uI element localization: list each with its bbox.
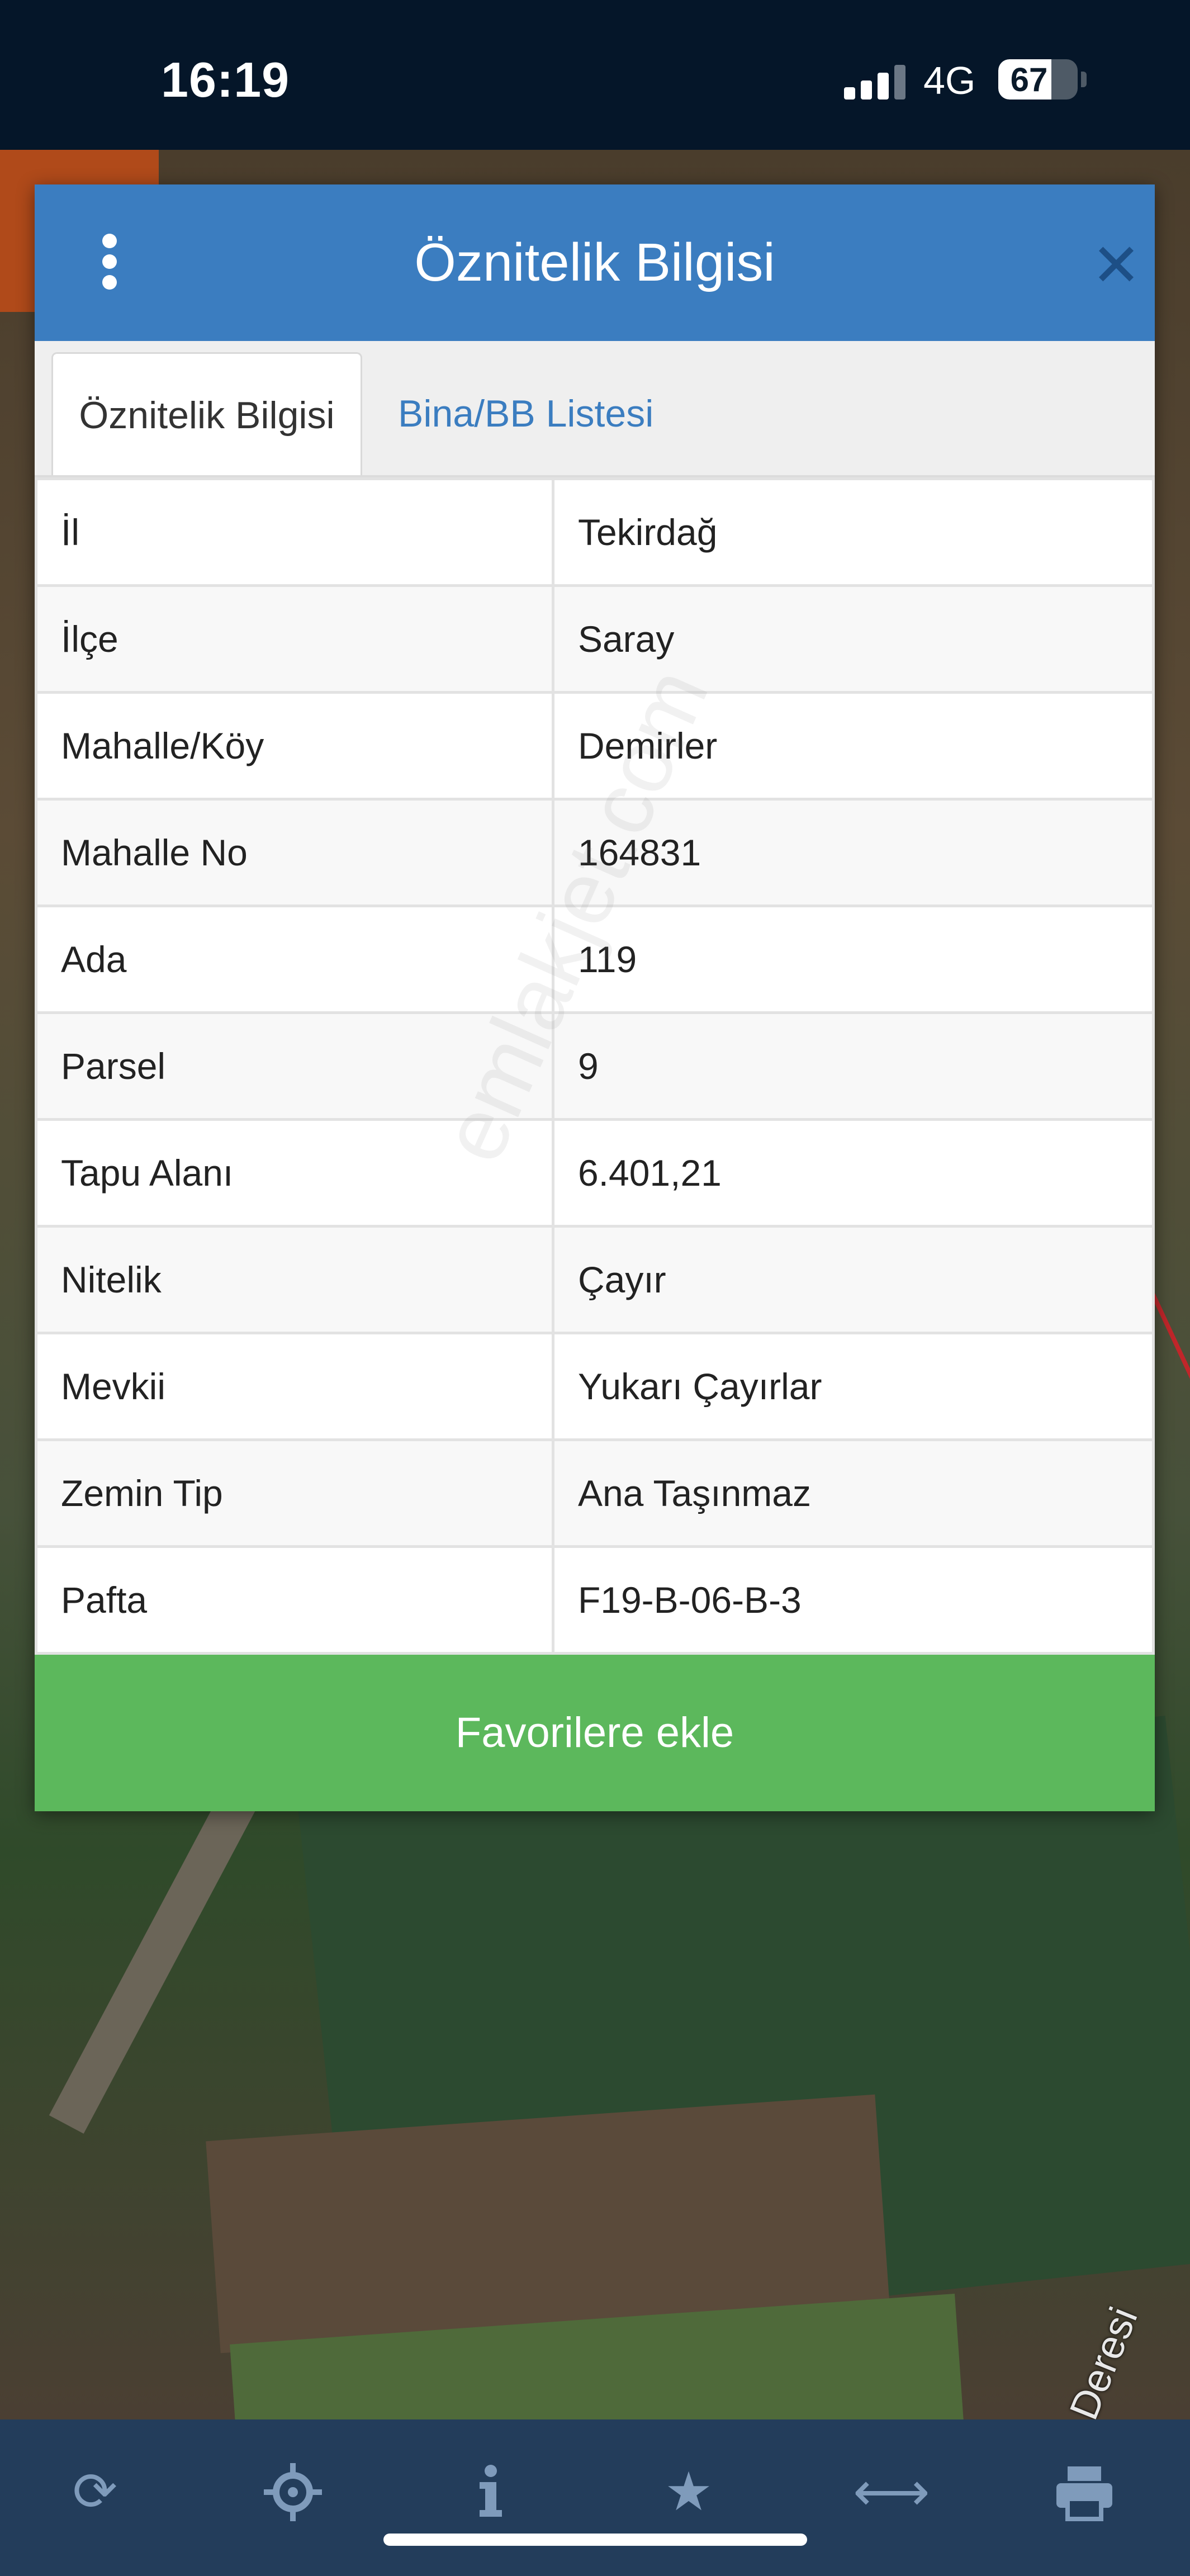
table-row: Nitelik Çayır xyxy=(35,1225,1155,1334)
table-row: Mahalle No 164831 xyxy=(35,798,1155,907)
crosshair-icon[interactable] xyxy=(259,2459,326,2526)
attribute-key: Zemin Tip xyxy=(35,1438,554,1548)
battery-level: 67 xyxy=(1010,61,1048,98)
attribute-dialog: Öznitelik Bilgisi ✕ Öznitelik Bilgisi Bi… xyxy=(35,184,1155,1811)
table-row: Ada 119 xyxy=(35,905,1155,1014)
signal-icon xyxy=(844,63,905,100)
attribute-value: 119 xyxy=(551,905,1155,1014)
table-row: Zemin Tip Ana Taşınmaz xyxy=(35,1438,1155,1548)
attribute-value: 9 xyxy=(551,1011,1155,1121)
attribute-key: Mevkii xyxy=(35,1332,554,1441)
map-label-stream: valı Deresi xyxy=(1033,2301,1146,2419)
network-type: 4G xyxy=(923,59,976,102)
attribute-key: Ada xyxy=(35,905,554,1014)
star-icon[interactable]: ★ xyxy=(655,2459,722,2526)
table-row: Pafta F19-B-06-B-3 xyxy=(35,1545,1155,1655)
attribute-key: Nitelik xyxy=(35,1225,554,1334)
status-bar: 16:19 4G 67 xyxy=(0,0,1190,150)
attribute-value: Saray xyxy=(551,584,1155,694)
home-indicator[interactable] xyxy=(383,2534,807,2546)
attribute-key: Tapu Alanı xyxy=(35,1118,554,1228)
table-row: Tapu Alanı 6.401,21 xyxy=(35,1118,1155,1228)
status-time: 16:19 xyxy=(161,52,290,107)
table-row: Mahalle/Köy Demirler xyxy=(35,691,1155,801)
attribute-value: 6.401,21 xyxy=(551,1118,1155,1228)
attribute-value: Demirler xyxy=(551,691,1155,801)
print-icon[interactable] xyxy=(1051,2459,1118,2526)
measure-icon[interactable]: ⟷ xyxy=(853,2459,930,2526)
table-row: Parsel 9 xyxy=(35,1011,1155,1121)
info-icon[interactable] xyxy=(457,2459,524,2526)
close-icon[interactable]: ✕ xyxy=(1091,236,1141,295)
attribute-value: Tekirdağ xyxy=(551,477,1155,587)
attribute-table: İl Tekirdağ İlçe Saray Mahalle/Köy Demirler Ma… xyxy=(35,477,1155,1655)
more-vertical-icon[interactable] xyxy=(101,234,120,290)
attribute-value: F19-B-06-B-3 xyxy=(551,1545,1155,1655)
tab-attribute-info[interactable]: Öznitelik Bilgisi xyxy=(51,352,362,477)
attribute-key: Pafta xyxy=(35,1545,554,1655)
bottom-toolbar: ⟳ ★ ⟷ xyxy=(0,2419,1190,2576)
battery-icon: 67 xyxy=(998,59,1078,100)
battery-nub xyxy=(1081,72,1087,87)
attribute-key: Parsel xyxy=(35,1011,554,1121)
attribute-key: İlçe xyxy=(35,584,554,694)
attribute-value: 164831 xyxy=(551,798,1155,907)
table-row: Mevkii Yukarı Çayırlar xyxy=(35,1332,1155,1441)
dialog-title: Öznitelik Bilgisi xyxy=(414,233,775,292)
attribute-value: Ana Taşınmaz xyxy=(551,1438,1155,1548)
dialog-header: Öznitelik Bilgisi ✕ xyxy=(35,184,1155,341)
attribute-value: Çayır xyxy=(551,1225,1155,1334)
table-row: İl Tekirdağ xyxy=(35,477,1155,587)
attribute-key: Mahalle No xyxy=(35,798,554,907)
tab-building-list[interactable]: Bina/BB Listesi xyxy=(398,352,653,477)
refresh-icon[interactable]: ⟳ xyxy=(61,2459,129,2526)
attribute-value: Yukarı Çayırlar xyxy=(551,1332,1155,1441)
table-row: İlçe Saray xyxy=(35,584,1155,694)
attribute-key: Mahalle/Köy xyxy=(35,691,554,801)
add-to-favorites-button[interactable]: Favorilere ekle xyxy=(35,1655,1155,1811)
attribute-key: İl xyxy=(35,477,554,587)
